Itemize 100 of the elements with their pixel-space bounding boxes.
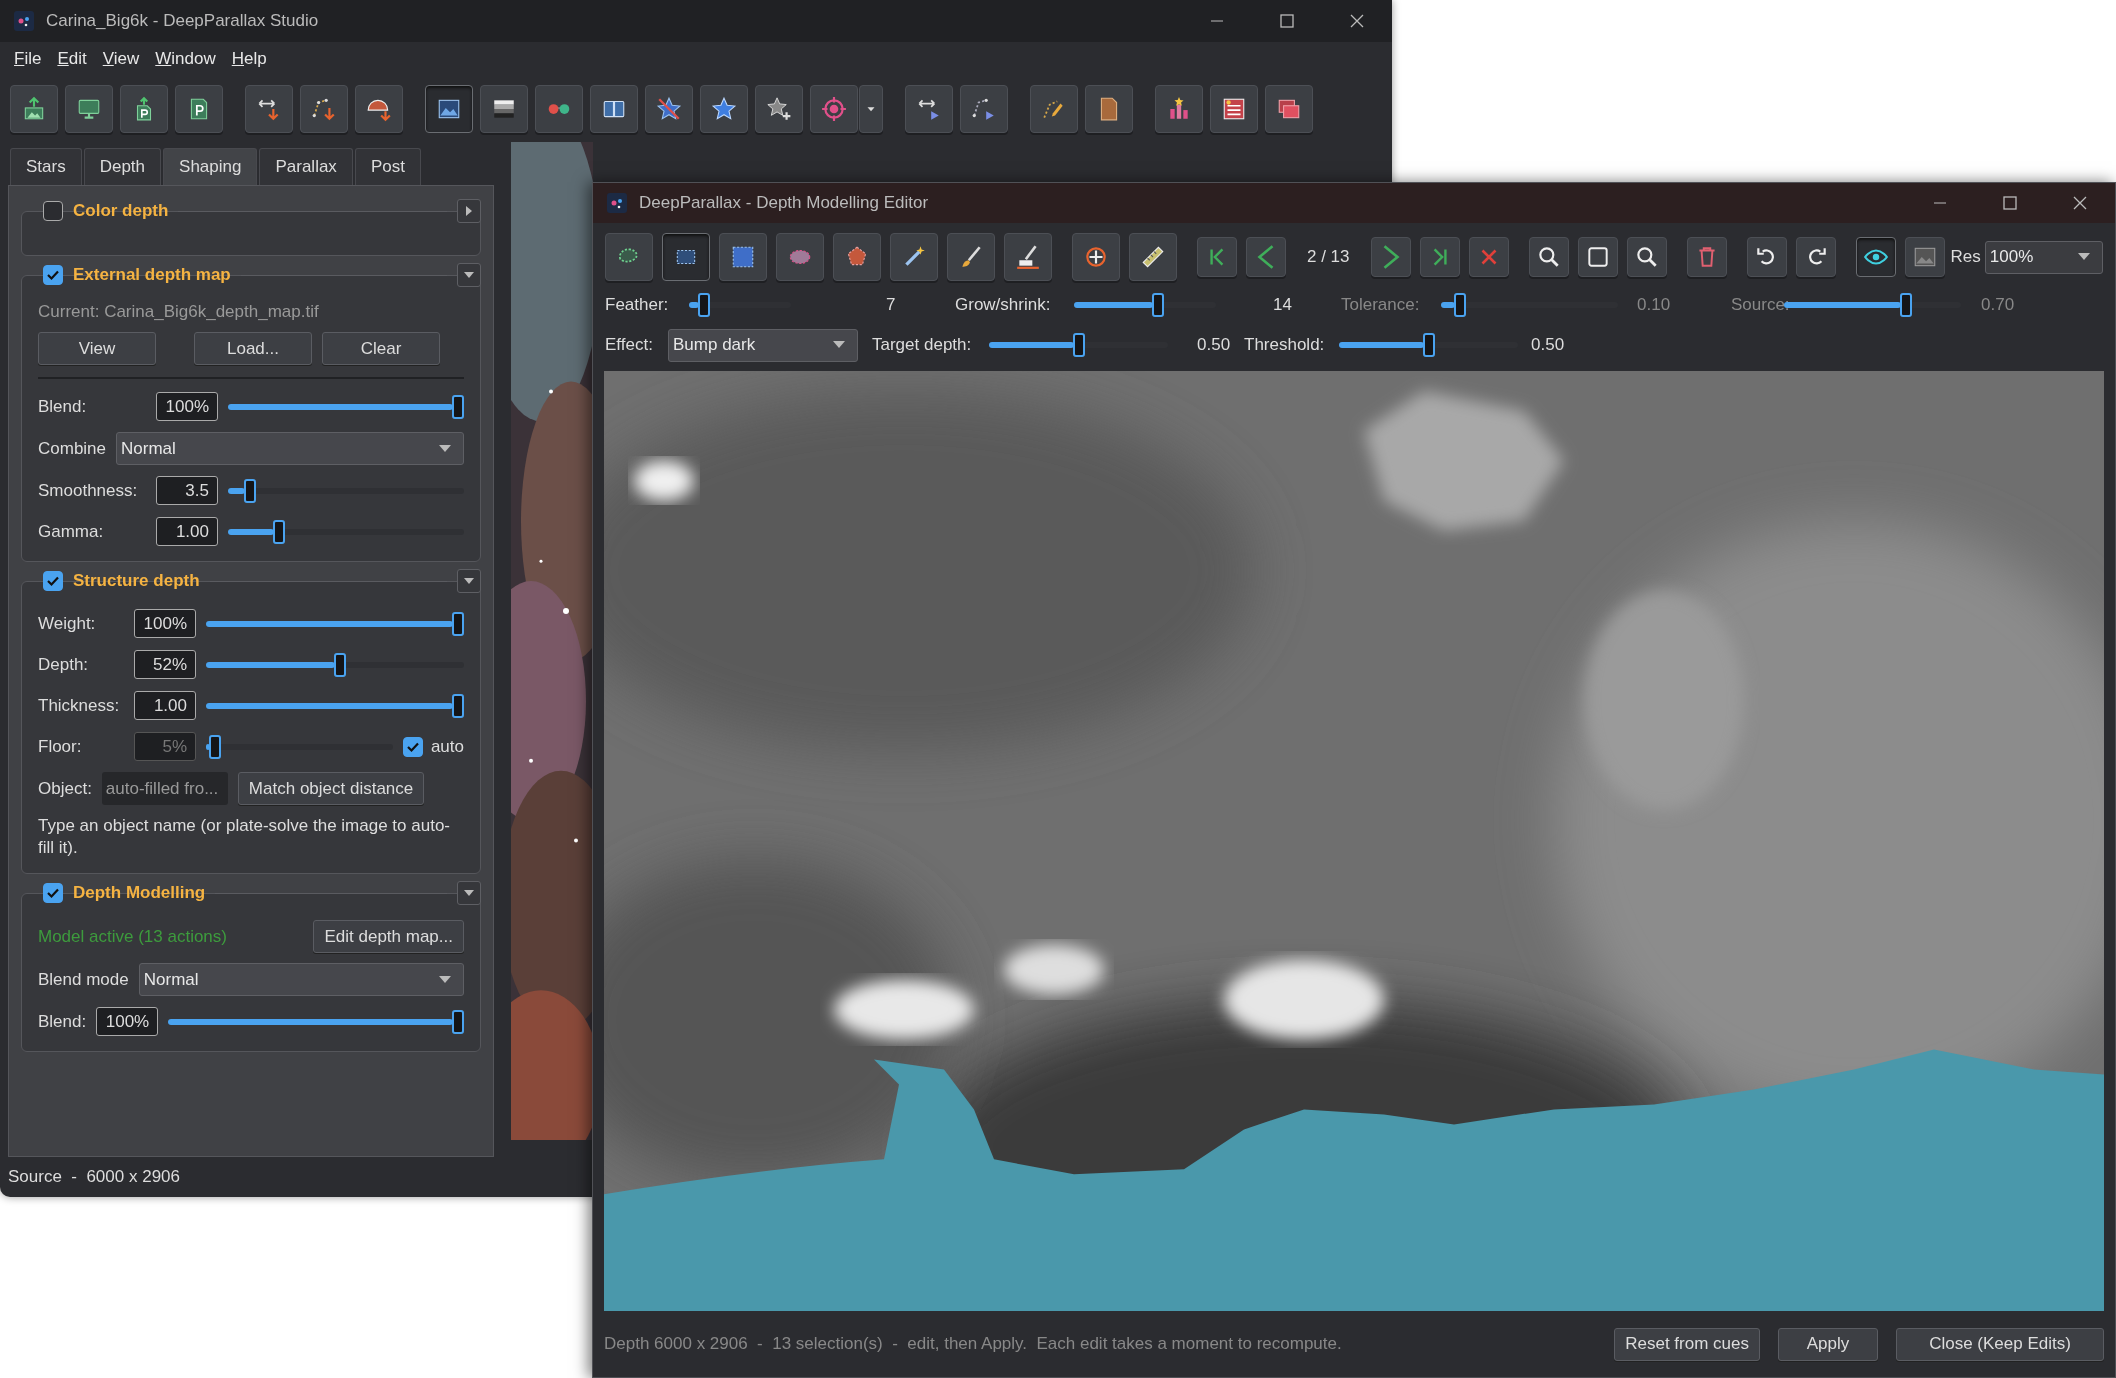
field-label: Res xyxy=(1950,247,1981,267)
checkbox[interactable] xyxy=(43,883,63,903)
toolbar-button[interactable] xyxy=(1626,237,1667,277)
dialog-button[interactable]: Reset from cues xyxy=(1614,1327,1760,1361)
object-field[interactable]: auto-filled fro... xyxy=(101,772,228,805)
field-label: Object: xyxy=(38,778,92,799)
dialog-button[interactable]: Apply xyxy=(1778,1327,1878,1361)
field-label: Thickness: xyxy=(38,695,121,716)
slider-thumb[interactable] xyxy=(452,394,464,419)
dialog-button[interactable]: Close (Keep Edits) xyxy=(1896,1327,2104,1361)
tab[interactable]: Parallax xyxy=(259,148,353,185)
caret-icon xyxy=(2078,253,2090,261)
menu-item[interactable]: File xyxy=(6,49,50,69)
toolbar-button[interactable] xyxy=(480,85,528,133)
slider-track[interactable] xyxy=(206,734,393,759)
expand-button[interactable] xyxy=(457,263,481,287)
toolbar-button[interactable] xyxy=(1855,237,1896,277)
star-crossed-icon xyxy=(656,96,682,122)
app-icon xyxy=(14,11,34,31)
slider-thumb[interactable] xyxy=(452,693,464,718)
slider-value: 7 xyxy=(886,295,897,315)
toolbar-button[interactable] xyxy=(590,85,638,133)
slider-thumb[interactable] xyxy=(1422,333,1435,357)
menu-item[interactable]: Window xyxy=(147,49,224,69)
toolbar-button[interactable] xyxy=(355,85,403,133)
value-field[interactable]: 1.00 xyxy=(156,517,218,546)
toolbar-button[interactable] xyxy=(65,85,113,133)
expand-button[interactable] xyxy=(457,881,481,905)
crosshair-icon xyxy=(1083,244,1109,270)
checkbox[interactable] xyxy=(43,571,63,591)
menu-item[interactable]: View xyxy=(94,49,148,69)
value-field[interactable]: 1.00 xyxy=(134,691,196,720)
toolbar-button[interactable] xyxy=(1129,233,1177,281)
slider-track[interactable] xyxy=(168,1009,464,1034)
slider-track[interactable] xyxy=(1074,293,1216,317)
dropdown[interactable]: 100% xyxy=(1984,240,2103,274)
value-field[interactable]: 100% xyxy=(134,609,196,638)
slider-track[interactable] xyxy=(989,333,1168,357)
slider-thumb[interactable] xyxy=(698,293,710,317)
checkbox[interactable] xyxy=(43,265,63,285)
value-field[interactable]: 3.5 xyxy=(156,476,218,505)
slider-track[interactable] xyxy=(228,478,464,503)
toolbar-button[interactable] xyxy=(1210,85,1258,133)
tab[interactable]: Depth xyxy=(83,148,162,185)
edit-button[interactable]: Edit depth map... xyxy=(313,920,464,953)
slider-thumb[interactable] xyxy=(452,1009,464,1034)
tab[interactable]: Shaping xyxy=(163,148,258,185)
slider-track[interactable] xyxy=(689,293,791,317)
slider-thumb[interactable] xyxy=(243,478,256,503)
slider-track[interactable] xyxy=(1339,333,1518,357)
dropdown[interactable]: Normal xyxy=(138,963,464,996)
value-field[interactable]: 100% xyxy=(96,1007,159,1036)
expand-button[interactable] xyxy=(457,199,481,223)
toolbar-button[interactable] xyxy=(1577,237,1618,277)
checkbox-label: auto xyxy=(430,736,464,757)
menu-item[interactable]: Help xyxy=(223,49,275,69)
slider-thumb[interactable] xyxy=(333,652,346,677)
expand-button[interactable] xyxy=(457,569,481,593)
slider-track[interactable] xyxy=(206,611,464,636)
field-label: Threshold: xyxy=(1244,335,1326,355)
dropdown[interactable]: Normal xyxy=(116,432,464,465)
toolbar-button[interactable] xyxy=(1528,237,1569,277)
toolbar-button[interactable] xyxy=(120,85,168,133)
section-title: Structure depth xyxy=(73,571,200,591)
checkbox[interactable] xyxy=(43,201,63,221)
menu-item[interactable]: Edit xyxy=(49,49,95,69)
value-field[interactable]: 52% xyxy=(134,650,196,679)
slider-track[interactable] xyxy=(228,394,464,419)
toolbar-button[interactable] xyxy=(1004,233,1052,281)
slider-track[interactable] xyxy=(206,652,464,677)
slider-thumb[interactable] xyxy=(1072,333,1085,357)
slider-track[interactable] xyxy=(1441,293,1618,317)
field-label: Combine xyxy=(38,438,107,459)
slider-track[interactable] xyxy=(206,693,464,718)
value-field[interactable]: 100% xyxy=(156,392,218,421)
target-icon xyxy=(821,96,847,122)
maximize-icon xyxy=(1280,14,1294,28)
slider-thumb[interactable] xyxy=(272,519,285,544)
app-icon xyxy=(607,193,627,213)
tab[interactable]: Post xyxy=(354,148,421,185)
toolbar-button[interactable] xyxy=(1795,237,1836,277)
field-label: Feather: xyxy=(605,295,670,315)
caret-icon xyxy=(833,341,845,349)
curve-icon xyxy=(971,96,997,122)
section-title: External depth map xyxy=(73,265,231,285)
panel-button[interactable]: Clear xyxy=(322,332,440,365)
slider-thumb[interactable] xyxy=(452,611,464,636)
toolbar-button[interactable] xyxy=(425,85,473,133)
toolbar-button[interactable] xyxy=(1746,237,1787,277)
match-button[interactable]: Match object distance xyxy=(237,772,425,805)
dropdown[interactable]: Bump dark xyxy=(668,328,858,362)
hint-text: Type an object name (or plate-solve the image to auto-fill it). xyxy=(38,815,451,859)
slider-track[interactable] xyxy=(228,519,464,544)
panel-button[interactable]: Load... xyxy=(194,332,312,365)
section-title: Color depth xyxy=(73,201,169,221)
panel-button[interactable]: View xyxy=(38,332,156,365)
tab[interactable]: Stars xyxy=(10,148,82,185)
slider-value: 0.10 xyxy=(1637,295,1672,315)
window-title: DeepParallax - Depth Modelling Editor xyxy=(639,193,930,213)
slider-thumb[interactable] xyxy=(1152,293,1164,317)
